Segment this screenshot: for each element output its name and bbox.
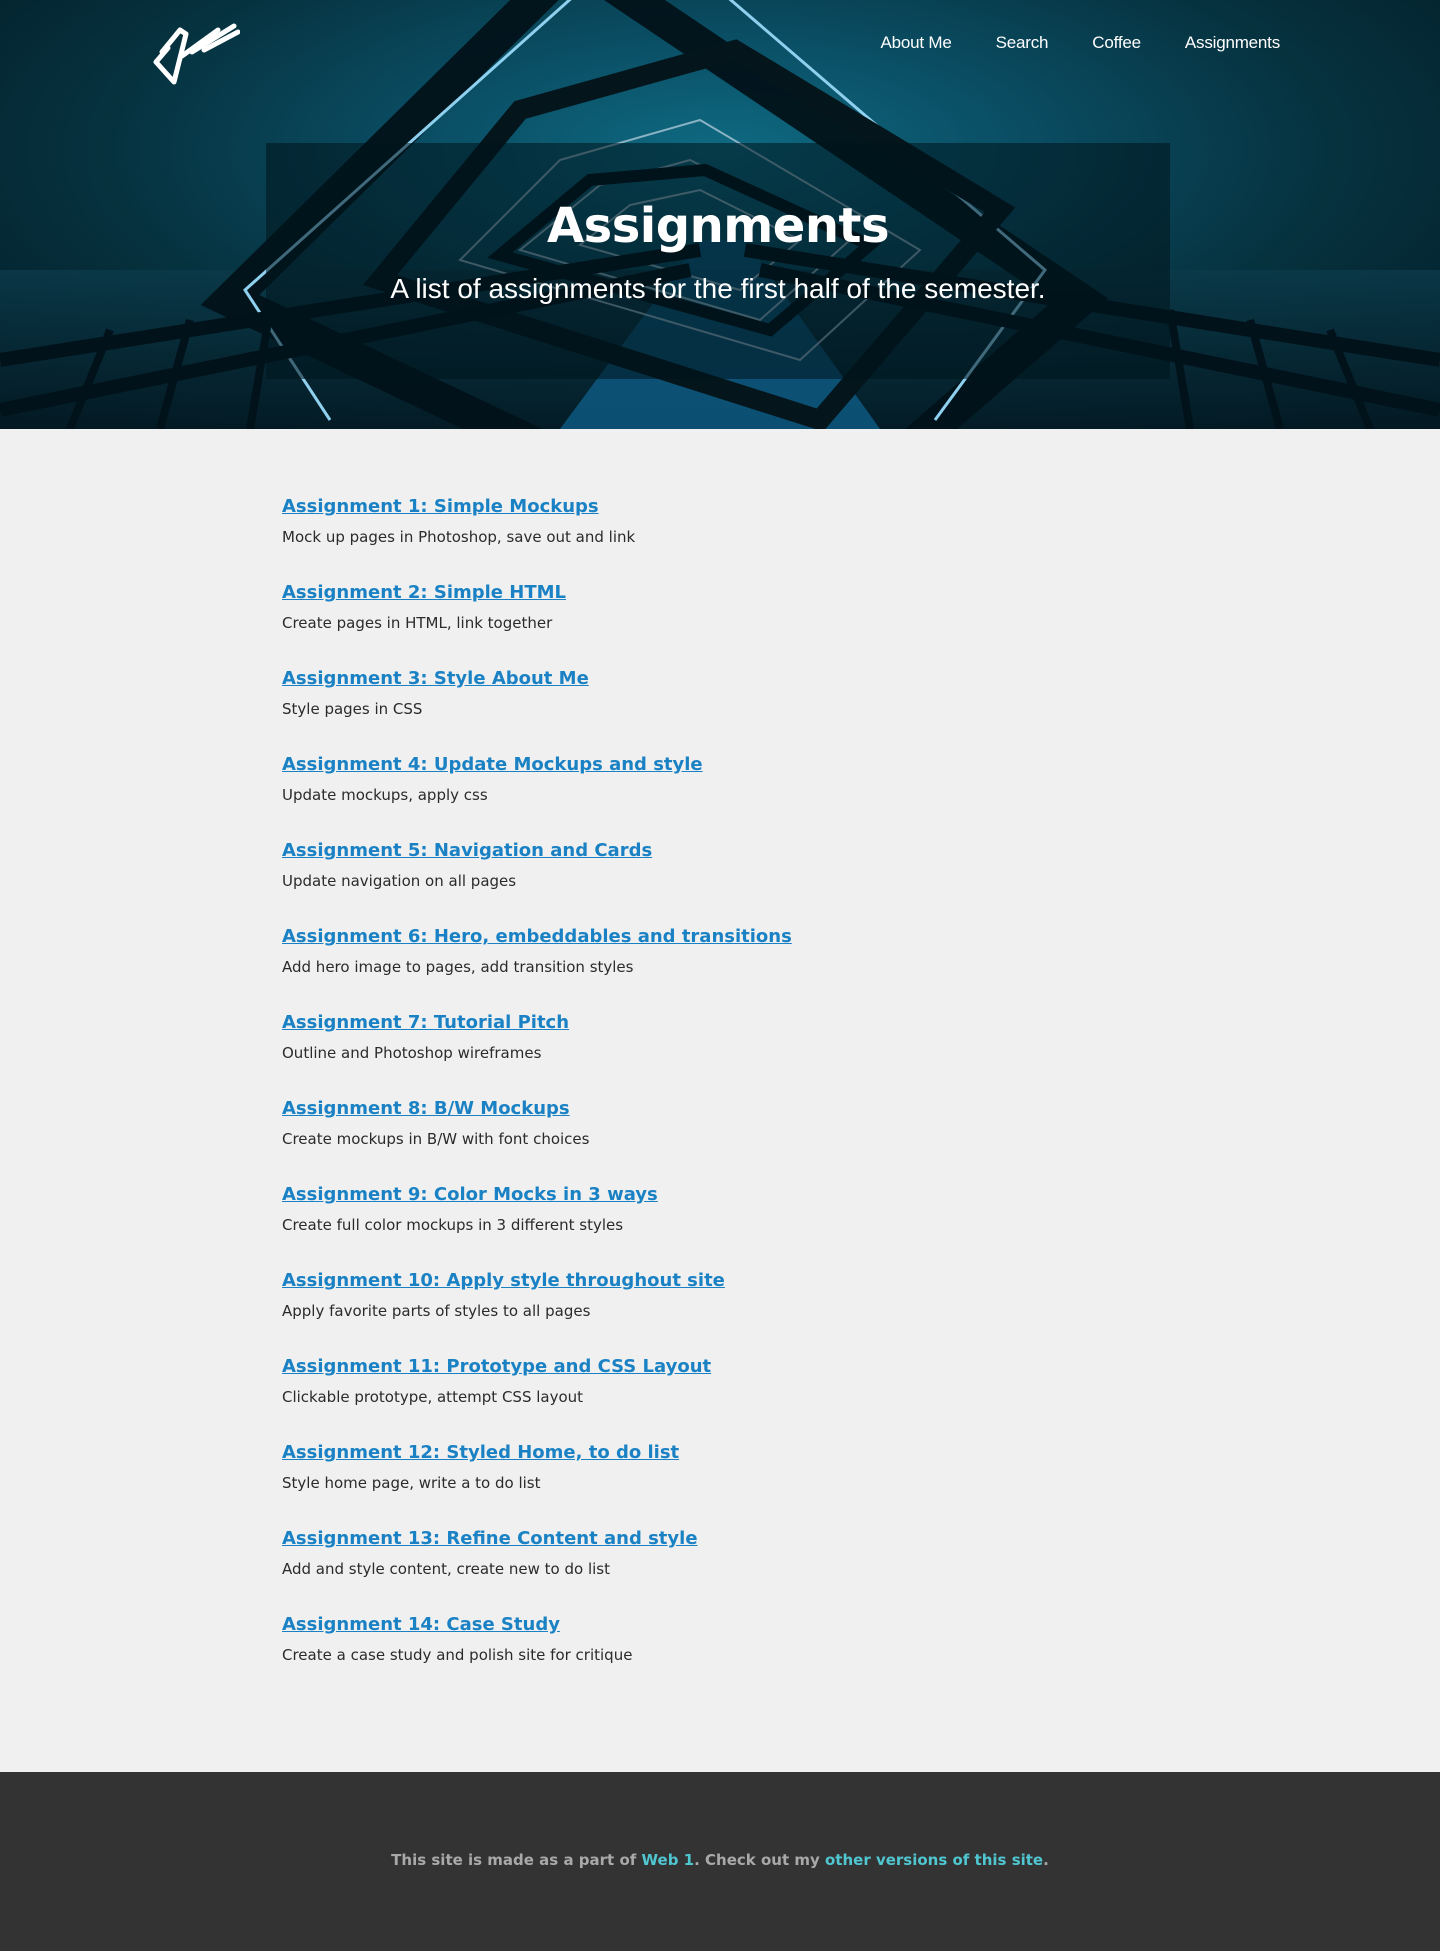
nav-link-search[interactable]: Search bbox=[996, 33, 1049, 53]
page-title: Assignments bbox=[546, 198, 890, 254]
assignment-description: Outline and Photoshop wireframes bbox=[282, 1044, 542, 1062]
list-item: Assignment 14: Case Study Create a case … bbox=[282, 1612, 1440, 1668]
assignment-link[interactable]: Assignment 14: Case Study bbox=[282, 1612, 560, 1638]
assignment-description: Clickable prototype, attempt CSS layout bbox=[282, 1388, 584, 1406]
assignment-link[interactable]: Assignment 2: Simple HTML bbox=[282, 580, 566, 606]
signature-logo-icon[interactable] bbox=[152, 22, 240, 86]
nav-link-coffee[interactable]: Coffee bbox=[1092, 33, 1141, 53]
assignment-link[interactable]: Assignment 11: Prototype and CSS Layout bbox=[282, 1354, 711, 1380]
assignment-link[interactable]: Assignment 4: Update Mockups and style bbox=[282, 752, 703, 778]
main-nav: About Me Search Coffee Assignments bbox=[836, 33, 1280, 53]
assignment-list: Assignment 1: Simple Mockups Mock up pag… bbox=[0, 429, 1440, 1772]
hero-overlay-box: Assignments A list of assignments for th… bbox=[266, 143, 1170, 379]
footer-link-other-versions[interactable]: other versions of this site bbox=[825, 1851, 1043, 1869]
list-item: Assignment 13: Refine Content and style … bbox=[282, 1526, 1440, 1582]
list-item: Assignment 11: Prototype and CSS Layout … bbox=[282, 1354, 1440, 1410]
assignment-description: Create mockups in B/W with font choices bbox=[282, 1130, 590, 1148]
assignment-description: Mock up pages in Photoshop, save out and… bbox=[282, 528, 636, 546]
footer-text: This site is made as a part of bbox=[391, 1851, 642, 1869]
page-subtitle: A list of assignments for the first half… bbox=[390, 273, 1046, 304]
footer-text: . bbox=[1043, 1851, 1049, 1869]
assignment-description: Apply favorite parts of styles to all pa… bbox=[282, 1302, 591, 1320]
list-item: Assignment 8: B/W Mockups Create mockups… bbox=[282, 1096, 1440, 1152]
assignment-link[interactable]: Assignment 9: Color Mocks in 3 ways bbox=[282, 1182, 658, 1208]
site-footer: This site is made as a part of Web 1. Ch… bbox=[0, 1772, 1440, 1951]
list-item: Assignment 5: Navigation and Cards Updat… bbox=[282, 838, 1440, 894]
assignment-link[interactable]: Assignment 12: Styled Home, to do list bbox=[282, 1440, 679, 1466]
footer-text: . Check out my bbox=[694, 1851, 825, 1869]
assignment-link[interactable]: Assignment 1: Simple Mockups bbox=[282, 494, 599, 520]
list-item: Assignment 3: Style About Me Style pages… bbox=[282, 666, 1440, 722]
assignment-link[interactable]: Assignment 3: Style About Me bbox=[282, 666, 589, 692]
list-item: Assignment 6: Hero, embeddables and tran… bbox=[282, 924, 1440, 980]
list-item: Assignment 9: Color Mocks in 3 ways Crea… bbox=[282, 1182, 1440, 1238]
assignment-link[interactable]: Assignment 5: Navigation and Cards bbox=[282, 838, 652, 864]
nav-link-assignments[interactable]: Assignments bbox=[1185, 33, 1280, 53]
assignment-description: Update mockups, apply css bbox=[282, 786, 488, 804]
assignment-description: Create pages in HTML, link together bbox=[282, 614, 553, 632]
assignment-description: Create full color mockups in 3 different… bbox=[282, 1216, 624, 1234]
list-item: Assignment 2: Simple HTML Create pages i… bbox=[282, 580, 1440, 636]
list-item: Assignment 12: Styled Home, to do list S… bbox=[282, 1440, 1440, 1496]
assignment-link[interactable]: Assignment 10: Apply style throughout si… bbox=[282, 1268, 725, 1294]
nav-link-about-me[interactable]: About Me bbox=[880, 33, 951, 53]
list-item: Assignment 1: Simple Mockups Mock up pag… bbox=[282, 494, 1440, 550]
assignment-description: Style pages in CSS bbox=[282, 700, 423, 718]
assignment-link[interactable]: Assignment 6: Hero, embeddables and tran… bbox=[282, 924, 792, 950]
assignment-description: Add hero image to pages, add transition … bbox=[282, 958, 634, 976]
assignment-description: Add and style content, create new to do … bbox=[282, 1560, 610, 1578]
assignment-link[interactable]: Assignment 7: Tutorial Pitch bbox=[282, 1010, 569, 1036]
list-item: Assignment 4: Update Mockups and style U… bbox=[282, 752, 1440, 808]
footer-link-web1[interactable]: Web 1 bbox=[642, 1851, 695, 1869]
assignment-description: Update navigation on all pages bbox=[282, 872, 517, 890]
assignment-description: Create a case study and polish site for … bbox=[282, 1646, 633, 1664]
hero-header: About Me Search Coffee Assignments Assig… bbox=[0, 0, 1440, 429]
assignment-link[interactable]: Assignment 8: B/W Mockups bbox=[282, 1096, 570, 1122]
assignment-link[interactable]: Assignment 13: Refine Content and style bbox=[282, 1526, 698, 1552]
assignment-description: Style home page, write a to do list bbox=[282, 1474, 541, 1492]
list-item: Assignment 7: Tutorial Pitch Outline and… bbox=[282, 1010, 1440, 1066]
list-item: Assignment 10: Apply style throughout si… bbox=[282, 1268, 1440, 1324]
